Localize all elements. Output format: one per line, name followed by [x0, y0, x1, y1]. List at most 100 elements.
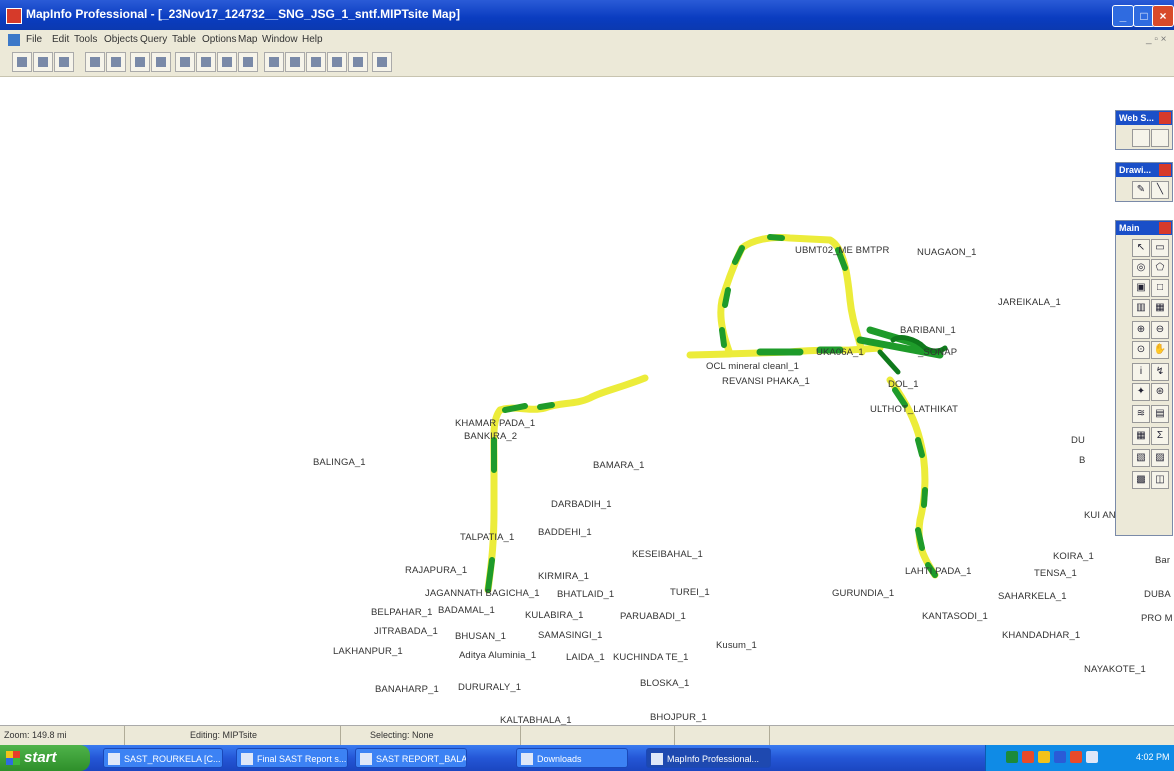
- polygon-select-icon[interactable]: ⬠: [1151, 259, 1169, 277]
- zoom-out-icon[interactable]: ⊖: [1151, 321, 1169, 339]
- menu-window[interactable]: Window: [262, 34, 298, 45]
- web-service-icon[interactable]: [1132, 129, 1150, 147]
- close-icon[interactable]: [1159, 164, 1171, 176]
- radius-select-icon[interactable]: ◎: [1132, 259, 1150, 277]
- new-layout-icon[interactable]: [327, 52, 347, 72]
- set-target-icon[interactable]: ▨: [1151, 449, 1169, 467]
- info-icon[interactable]: i: [1132, 363, 1150, 381]
- open-table-icon[interactable]: [33, 52, 53, 72]
- minimize-button[interactable]: _: [1112, 5, 1134, 27]
- print-preview-icon[interactable]: [130, 52, 150, 72]
- site-label: KUI AN: [1084, 510, 1116, 521]
- network-icon[interactable]: [1006, 751, 1018, 763]
- main-palette[interactable]: Main ↖ ▭ ◎ ⬠ ▣ □ ▥ ▦ ⊕ ⊖ ⊙ ✋ i ↯ ✦ ⊛ ≋ ▤…: [1115, 220, 1173, 536]
- globe-icon[interactable]: [1151, 129, 1169, 147]
- new-grapher-icon[interactable]: [306, 52, 326, 72]
- clock[interactable]: 4:02 PM: [1136, 752, 1170, 762]
- label-icon[interactable]: ✦: [1132, 383, 1150, 401]
- map-window[interactable]: UBMT02_ME BMTPR NUAGAON_1 JAREIKALA_1 BA…: [0, 77, 1174, 726]
- graph-select-icon[interactable]: ▥: [1132, 299, 1150, 317]
- menu-help[interactable]: Help: [302, 34, 323, 45]
- site-label: KANTASODI_1: [922, 611, 988, 622]
- invert-select-icon[interactable]: ▦: [1151, 299, 1169, 317]
- menu-query[interactable]: Query: [140, 34, 167, 45]
- copy-icon[interactable]: [196, 52, 216, 72]
- close-icon[interactable]: [1159, 222, 1171, 234]
- zoom-status[interactable]: Zoom: 149.8 mi: [0, 726, 125, 745]
- mdi-controls-icon[interactable]: _ ▫ ×: [1146, 34, 1167, 45]
- site-label: KOIRA_1: [1053, 551, 1094, 562]
- antivirus-icon[interactable]: [1022, 751, 1034, 763]
- paste-icon[interactable]: [217, 52, 237, 72]
- site-label: Kusum_1: [716, 640, 757, 651]
- hotlink-icon[interactable]: ↯: [1151, 363, 1169, 381]
- site-label: TUREI_1: [670, 587, 710, 598]
- reshape-icon[interactable]: ◫: [1151, 471, 1169, 489]
- show-hide-icon[interactable]: ▩: [1132, 471, 1150, 489]
- menu-file[interactable]: File: [26, 34, 42, 45]
- unselect-icon[interactable]: □: [1151, 279, 1169, 297]
- taskbar-item-word-final-report[interactable]: Final SAST Report s...: [236, 748, 348, 768]
- site-label: BAMARA_1: [593, 460, 645, 471]
- menu-objects[interactable]: Objects: [104, 34, 138, 45]
- statistics-icon[interactable]: Σ: [1151, 427, 1169, 445]
- taskbar-item-downloads[interactable]: Downloads: [516, 748, 628, 768]
- undo-icon[interactable]: [238, 52, 258, 72]
- marquee-select-icon[interactable]: ▭: [1151, 239, 1169, 257]
- close-icon[interactable]: [1159, 112, 1171, 124]
- site-label: ULTHOT_LATHIKAT: [870, 404, 959, 415]
- document-icon[interactable]: [8, 34, 20, 46]
- site-label: BADAMAL_1: [438, 605, 495, 616]
- shield-icon[interactable]: [1038, 751, 1050, 763]
- boundary-select-icon[interactable]: ▣: [1132, 279, 1150, 297]
- clip-region-icon[interactable]: ▧: [1132, 449, 1150, 467]
- web-services-palette[interactable]: Web S...: [1115, 110, 1173, 150]
- menu-tools[interactable]: Tools: [74, 34, 97, 45]
- new-browser-icon[interactable]: [264, 52, 284, 72]
- selecting-status[interactable]: Selecting: None: [366, 726, 521, 745]
- site-label: KHAMAR PADA_1: [455, 418, 536, 429]
- redistrict-icon[interactable]: [348, 52, 368, 72]
- cut-icon[interactable]: [175, 52, 195, 72]
- line-icon[interactable]: ╲: [1151, 181, 1169, 199]
- site-label: JAREIKALA_1: [998, 297, 1061, 308]
- menu-table[interactable]: Table: [172, 34, 196, 45]
- legend-icon[interactable]: ▦: [1132, 427, 1150, 445]
- menu-map[interactable]: Map: [238, 34, 257, 45]
- change-view-icon[interactable]: ⊙: [1132, 341, 1150, 359]
- print-icon[interactable]: [151, 52, 171, 72]
- taskbar-item-sast-report[interactable]: SAST REPORT_BALA...: [355, 748, 467, 768]
- layer-control-icon[interactable]: ≋: [1132, 405, 1150, 423]
- help-icon[interactable]: [372, 52, 392, 72]
- menu-edit[interactable]: Edit: [52, 34, 69, 45]
- open-workspace-icon[interactable]: [54, 52, 74, 72]
- site-label: NAYAKOTE_1: [1084, 664, 1146, 675]
- start-button[interactable]: start: [0, 745, 90, 771]
- new-mapper-icon[interactable]: [285, 52, 305, 72]
- site-label: SAHARKELA_1: [998, 591, 1067, 602]
- windows-logo-icon: [6, 751, 20, 765]
- drag-map-icon[interactable]: ⊛: [1151, 383, 1169, 401]
- save-icon[interactable]: [85, 52, 105, 72]
- pencil-icon[interactable]: ✎: [1132, 181, 1150, 199]
- site-label: BANKIRA_2: [464, 431, 518, 442]
- drawing-palette[interactable]: Drawi... ✎ ╲: [1115, 162, 1173, 202]
- pan-hand-icon[interactable]: ✋: [1151, 341, 1169, 359]
- bluetooth-icon[interactable]: [1086, 751, 1098, 763]
- status-panel: [675, 726, 770, 745]
- ruler-icon[interactable]: ▤: [1151, 405, 1169, 423]
- close-button[interactable]: ×: [1152, 5, 1174, 27]
- update-icon[interactable]: [1070, 751, 1082, 763]
- site-label: LAIDA_1: [566, 652, 605, 663]
- select-arrow-icon[interactable]: ↖: [1132, 239, 1150, 257]
- menu-options[interactable]: Options: [202, 34, 236, 45]
- word-icon: [241, 753, 253, 765]
- editing-status[interactable]: Editing: MIPTsite: [186, 726, 341, 745]
- volume-icon[interactable]: [1054, 751, 1066, 763]
- zoom-in-icon[interactable]: ⊕: [1132, 321, 1150, 339]
- taskbar-item-excel-rourkela[interactable]: SAST_ROURKELA [C...: [103, 748, 223, 768]
- mapinfo-app-icon[interactable]: [6, 8, 22, 24]
- taskbar-item-mapinfo[interactable]: MapInfo Professional...: [646, 748, 771, 768]
- new-table-icon[interactable]: [12, 52, 32, 72]
- save-copy-icon[interactable]: [106, 52, 126, 72]
